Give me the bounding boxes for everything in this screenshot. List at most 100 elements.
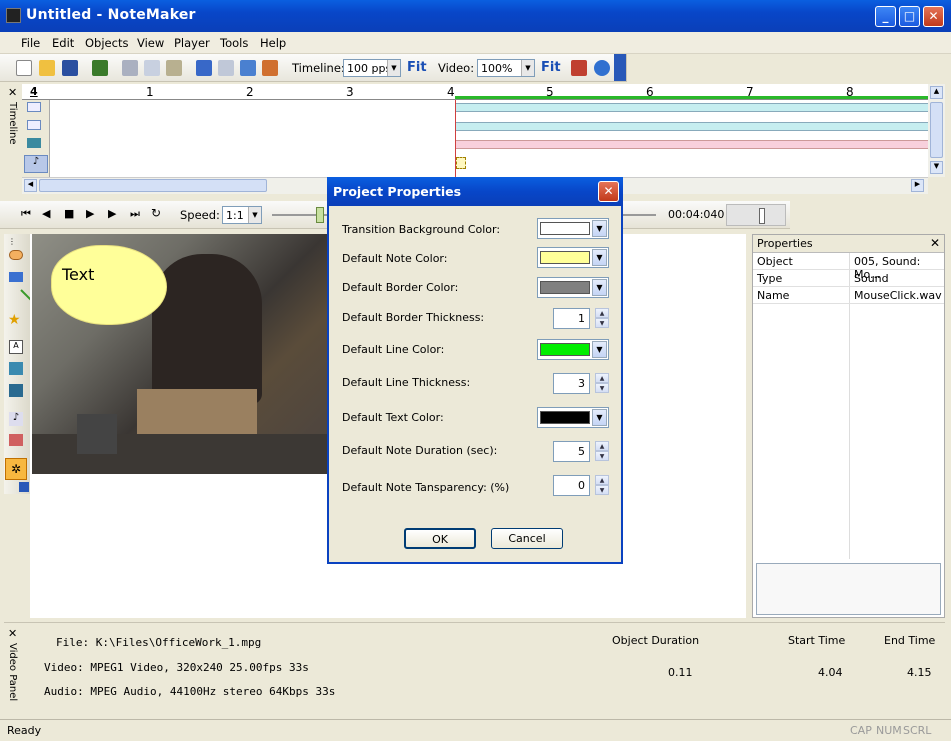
timeline-track-bar[interactable]	[456, 122, 928, 131]
save-icon[interactable]	[62, 60, 78, 76]
text-color-picker[interactable]: ▼	[537, 407, 609, 428]
loop-icon[interactable]: ↻	[151, 206, 161, 220]
line-thickness-label: Default Line Thickness:	[342, 376, 471, 389]
color-swatch	[540, 222, 590, 235]
sound-track-icon[interactable]: ♪	[24, 155, 48, 173]
scroll-right-icon[interactable]: ▶	[911, 179, 924, 192]
sound-object-marker[interactable]	[456, 157, 466, 169]
copy-icon[interactable]	[144, 60, 160, 76]
play-icon[interactable]: ▶	[86, 207, 94, 220]
menu-objects[interactable]: Objects	[85, 36, 128, 50]
property-row[interactable]: Name MouseClick.wav	[753, 287, 944, 304]
note-transparency-input[interactable]: 0	[553, 475, 590, 496]
video-fit-button[interactable]: Fit	[541, 60, 561, 75]
volume-slider[interactable]	[726, 204, 786, 226]
callout-tool-icon[interactable]	[9, 250, 23, 260]
title-bar: Untitled - NoteMaker _ □ ✕	[0, 0, 951, 32]
scroll-thumb[interactable]	[39, 179, 267, 192]
note-bubble[interactable]: Text	[52, 246, 166, 324]
line-color-picker[interactable]: ▼	[537, 339, 609, 360]
video-zoom-select[interactable]: 100% ▼	[477, 59, 535, 77]
property-row[interactable]: Type Sound	[753, 270, 944, 287]
go-start-icon[interactable]: ⏮	[21, 207, 31, 221]
text-color-label: Default Text Color:	[342, 411, 444, 424]
timeline-fit-button[interactable]: Fit	[407, 60, 427, 75]
cut-icon[interactable]	[122, 60, 138, 76]
undo-icon[interactable]	[196, 60, 212, 76]
new-icon[interactable]	[16, 60, 32, 76]
timeline-zoom-select[interactable]: 100 pps ▼	[343, 59, 401, 77]
dialog-title-bar: Project Properties	[327, 177, 623, 206]
audio-info: Audio: MPEG Audio, 44100Hz stereo 64Kbps…	[44, 685, 336, 698]
border-thickness-input[interactable]: 1	[553, 308, 590, 329]
border-color-picker[interactable]: ▼	[537, 277, 609, 298]
refresh-icon[interactable]	[240, 60, 256, 76]
star-tool-icon[interactable]: ★	[8, 312, 21, 328]
transition-bg-color-picker[interactable]: ▼	[537, 218, 609, 239]
palette-overflow-chevron[interactable]	[19, 482, 29, 492]
go-end-icon[interactable]: ⏭	[130, 207, 140, 221]
paste-icon[interactable]	[166, 60, 182, 76]
cancel-button[interactable]: Cancel	[491, 528, 563, 549]
maximize-button[interactable]: □	[899, 6, 920, 27]
note-track-icon[interactable]	[27, 120, 41, 130]
project-settings-icon[interactable]: ✲	[5, 458, 27, 480]
ruler-tick: 2	[246, 85, 254, 99]
note-duration-input[interactable]: 5	[553, 441, 590, 462]
line-thickness-spinner[interactable]: ▲ ▼	[595, 373, 609, 394]
close-button[interactable]: ✕	[923, 6, 944, 27]
prev-frame-icon[interactable]: ◀	[42, 207, 50, 220]
stop-icon[interactable]: ■	[64, 207, 74, 220]
color-swatch	[540, 343, 590, 356]
timeline-vertical-scrollbar[interactable]: ▲ ▼	[928, 84, 945, 177]
sound-tool-icon[interactable]: ♪	[9, 412, 23, 426]
scroll-up-icon[interactable]: ▲	[930, 86, 943, 99]
seek-slider-thumb[interactable]	[316, 207, 324, 223]
menu-help[interactable]: Help	[260, 36, 286, 50]
next-frame-icon[interactable]: ▶	[108, 207, 116, 220]
timeline-ruler[interactable]: 4 1 2 3 4 5 6 7 8	[22, 84, 928, 100]
timeline-close-icon[interactable]: ✕	[8, 86, 17, 99]
window-title: Untitled - NoteMaker	[26, 7, 196, 23]
menu-tools[interactable]: Tools	[220, 36, 248, 50]
minimize-button[interactable]: _	[875, 6, 896, 27]
note-transparency-spinner[interactable]: ▲ ▼	[595, 475, 609, 496]
scroll-left-icon[interactable]: ◀	[24, 179, 37, 192]
video-panel-close-icon[interactable]: ✕	[8, 627, 17, 640]
image-track-icon[interactable]	[27, 138, 41, 148]
timeline-track-bar[interactable]	[456, 103, 928, 112]
redo-icon[interactable]	[218, 60, 234, 76]
note-color-picker[interactable]: ▼	[537, 247, 609, 268]
scroll-down-icon[interactable]: ▼	[930, 161, 943, 174]
line-thickness-input[interactable]: 3	[553, 373, 590, 394]
property-row[interactable]: Object 005, Sound: Mo...	[753, 253, 944, 281]
dialog-close-button[interactable]: ✕	[598, 181, 619, 202]
speed-select[interactable]: 1:1 ▼	[222, 206, 262, 224]
note-duration-label: Default Note Duration (sec):	[342, 444, 498, 457]
open-icon[interactable]	[39, 60, 55, 76]
properties-close-icon[interactable]: ✕	[930, 236, 940, 250]
tools-icon[interactable]	[571, 60, 587, 76]
film-icon[interactable]	[92, 60, 108, 76]
video-tool-icon[interactable]	[9, 384, 23, 397]
image-tool-icon[interactable]	[9, 362, 23, 375]
menu-view[interactable]: View	[137, 36, 164, 50]
note-duration-spinner[interactable]: ▲ ▼	[595, 441, 609, 462]
menu-player[interactable]: Player	[174, 36, 210, 50]
timeline-track-bar[interactable]	[456, 140, 928, 149]
app-icon	[6, 8, 21, 23]
scroll-thumb[interactable]	[930, 102, 943, 158]
text-tool-icon[interactable]: A	[9, 340, 23, 354]
menu-file[interactable]: File	[21, 36, 40, 50]
help-icon[interactable]	[594, 60, 610, 76]
border-thickness-spinner[interactable]: ▲ ▼	[595, 308, 609, 329]
record-tool-icon[interactable]	[9, 434, 23, 446]
grid-icon[interactable]	[262, 60, 278, 76]
time-display: 00:04:040	[668, 208, 725, 221]
arrow-tool-icon[interactable]	[9, 272, 23, 282]
toolbar-overflow-chevron[interactable]	[614, 54, 626, 81]
timeline-tracks[interactable]	[50, 100, 928, 177]
ok-button[interactable]: OK	[404, 528, 476, 549]
menu-edit[interactable]: Edit	[52, 36, 74, 50]
note-track-icon[interactable]	[27, 102, 41, 112]
